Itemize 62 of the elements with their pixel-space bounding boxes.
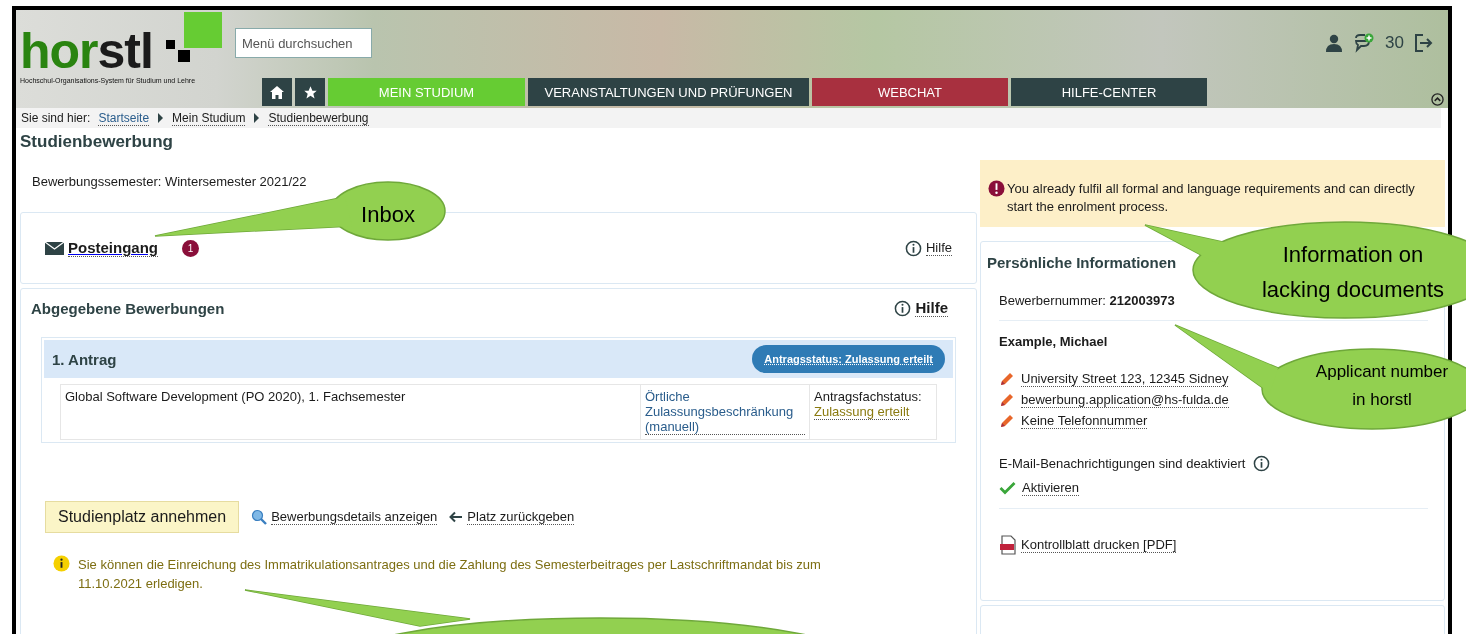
info-icon	[894, 299, 912, 317]
chat-plus-icon[interactable]	[1353, 33, 1376, 53]
alert-text: You already fulfil all formal and language requirements and can directly start the enrolment process.	[1007, 180, 1416, 216]
logo-text: horstl	[20, 26, 153, 76]
unread-badge: 1	[182, 239, 199, 257]
home-button[interactable]	[262, 78, 292, 106]
pdf-file-icon	[999, 535, 1017, 555]
scroll-up-icon[interactable]	[1431, 93, 1444, 106]
breadcrumb-label: Sie sind hier:	[21, 111, 91, 125]
check-icon	[999, 481, 1016, 495]
callout-text: Applicant number	[1315, 362, 1449, 381]
section-title: Abgegebene Bewerbungen	[31, 299, 225, 317]
info-icon	[905, 239, 922, 257]
nav-tab[interactable]: VERANSTALTUNGEN UND PRÜFUNGEN	[528, 78, 809, 106]
notice-text: Sie können die Einreichung des Immatrikulationsantrages und die Zahlung des Semesterbeitrages per Lastschriftmandat bis zum 11.10.2021 erledigen.	[78, 556, 822, 593]
home-icon	[269, 84, 285, 100]
breadcrumb-link[interactable]: Mein Studium	[172, 110, 246, 126]
pencil-icon	[999, 392, 1015, 408]
favorites-button[interactable]	[295, 78, 325, 106]
help-link[interactable]: Hilfe	[905, 239, 952, 257]
print-link[interactable]: Kontrollblatt drucken [PDF]	[999, 535, 1428, 555]
star-icon	[302, 84, 318, 100]
pencil-icon	[999, 371, 1015, 387]
search-field[interactable]: Menü durchsuchen	[235, 28, 372, 58]
status-link[interactable]: Zulassung erteilt	[814, 404, 910, 420]
breadcrumb-link[interactable]: Studienbewerbung	[268, 110, 369, 126]
user-icon[interactable]	[1325, 34, 1344, 52]
help-link[interactable]: Hilfe	[894, 299, 948, 317]
contact-link[interactable]: University Street 123, 12345 Sidney	[999, 371, 1229, 387]
application-title: 1. Antrag	[52, 350, 117, 368]
page-title: Studienbewerbung	[20, 132, 174, 152]
pencil-icon	[999, 413, 1015, 429]
status-label: Antragsfachstatus:	[814, 389, 923, 404]
section-title: Persönliche Informationen	[987, 254, 1177, 271]
info-icon	[1253, 455, 1271, 472]
return-link[interactable]: Platz zurückgeben	[449, 509, 575, 525]
status-pill[interactable]: Antragsstatus: Zulassung erteilt	[752, 345, 945, 373]
table-cell: Global Software Development (PO 2020), 1. Fachsemester	[60, 384, 641, 440]
message-count: 30	[1385, 33, 1404, 53]
notification-text: E-Mail-Benachrichtigungen sind deaktiviert	[999, 456, 1246, 471]
callout-text: Information on	[1282, 242, 1424, 267]
nav-tab[interactable]: WEBCHAT	[812, 78, 1008, 106]
contact-link[interactable]: bewerbung.application@hs-fulda.de	[999, 392, 1229, 408]
details-link[interactable]: Bewerbungsdetails anzeigen	[251, 509, 438, 525]
search-icon	[251, 509, 268, 525]
contact-link[interactable]: Keine Telefonnummer	[999, 413, 1148, 429]
semester-text: Bewerbungssemester: Wintersemester 2021/22	[32, 174, 308, 189]
callout-text: in horstl	[1352, 390, 1412, 409]
envelope-icon	[45, 241, 64, 255]
applicant-name: Example, Michael	[999, 334, 1109, 349]
logout-icon[interactable]	[1414, 33, 1434, 53]
alert-icon	[988, 180, 1005, 197]
callout-text: Inbox	[361, 202, 415, 227]
nav-tab[interactable]: HILFE-CENTER	[1011, 78, 1207, 106]
arrow-left-icon	[449, 511, 464, 523]
inbox-link[interactable]: Posteingang	[45, 239, 158, 257]
accept-button[interactable]: Studienplatz annehmen	[45, 501, 240, 533]
activate-link[interactable]: Aktivieren	[999, 480, 1428, 509]
chevron-icon	[253, 113, 261, 123]
breadcrumb-link[interactable]: Startseite	[98, 110, 150, 126]
info-icon	[53, 555, 70, 572]
chevron-icon	[157, 113, 165, 123]
